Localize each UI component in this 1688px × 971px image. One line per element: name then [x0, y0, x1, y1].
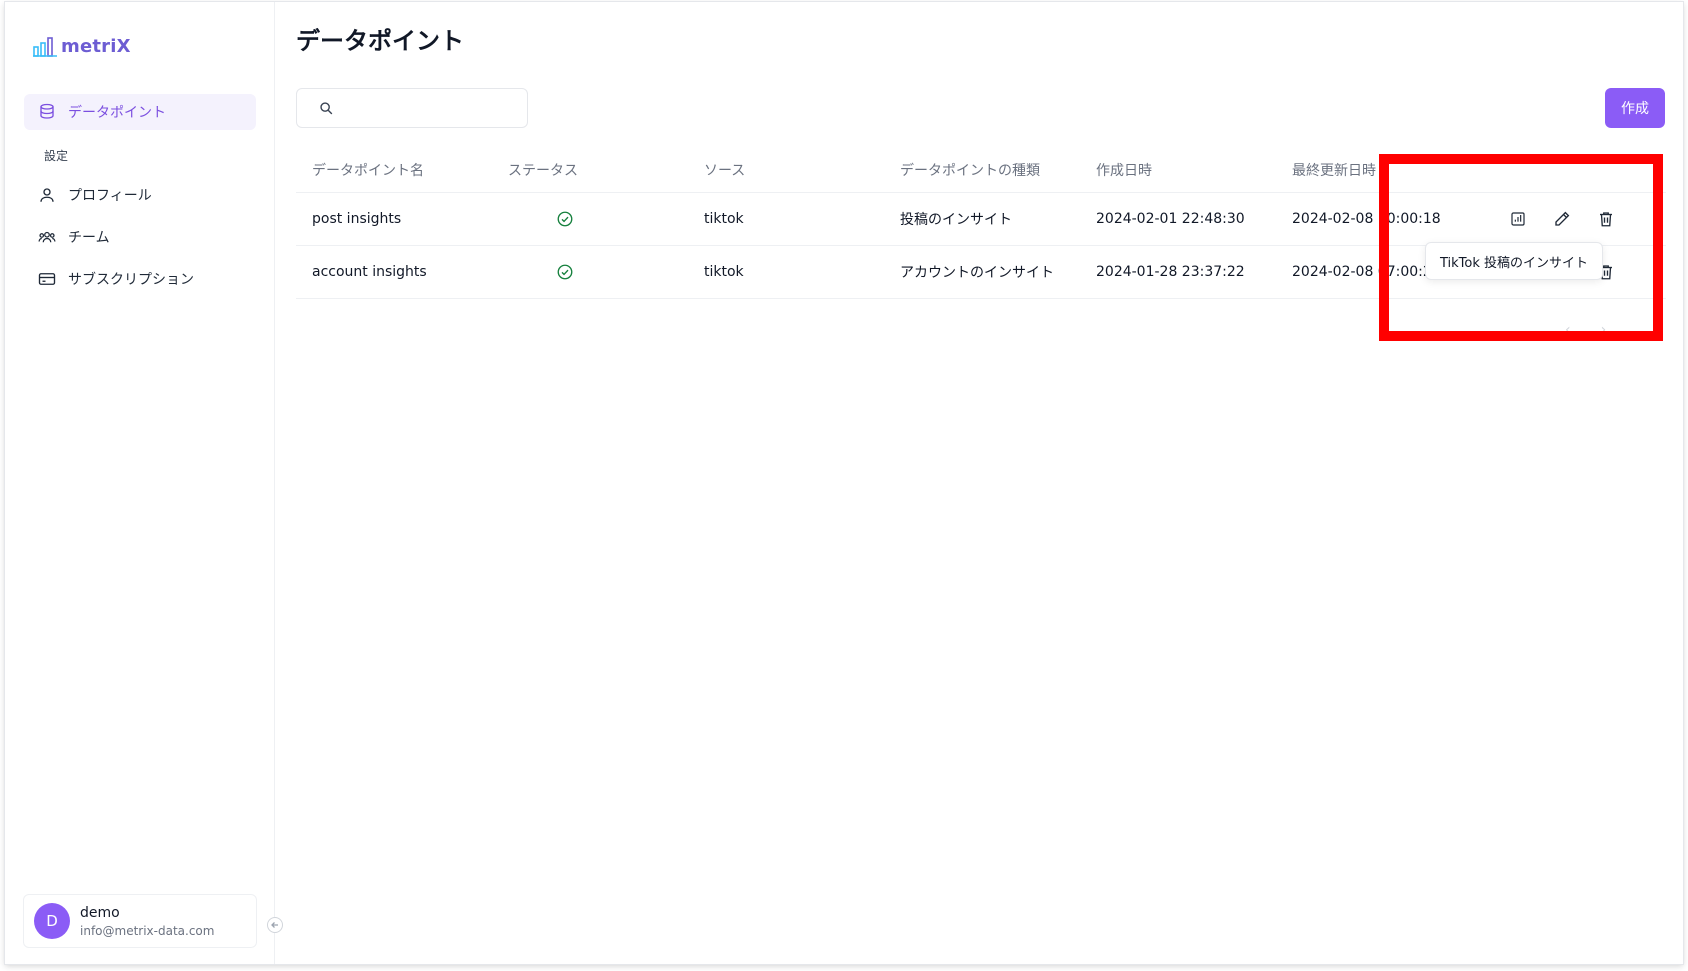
status-cell [508, 246, 622, 298]
column-header-status[interactable]: ステータス [508, 148, 622, 192]
avatar: D [34, 903, 70, 939]
column-header-type[interactable]: データポイントの種類 [900, 148, 1040, 192]
arrow-left-icon [271, 922, 278, 928]
user-card[interactable]: D demo info@metrix-data.com [23, 894, 257, 948]
datapoint-name[interactable]: post insights [312, 193, 401, 245]
database-icon [40, 103, 54, 119]
edit-button[interactable] [1550, 207, 1574, 231]
check-circle-icon [557, 264, 573, 280]
sidebar-item-label: サブスクリプション [68, 272, 194, 288]
logo-text: metriX [61, 36, 131, 57]
prev-page-icon[interactable]: ‹ [1565, 322, 1571, 338]
user-icon [40, 188, 54, 202]
search-input[interactable] [343, 100, 523, 116]
column-header-created[interactable]: 作成日時 [1096, 148, 1152, 192]
datapoint-name[interactable]: account insights [312, 246, 427, 298]
user-name: demo [80, 904, 120, 921]
table-row[interactable]: post insights tiktok 投稿のインサイト 2024-02-01… [296, 193, 1666, 246]
status-cell [508, 193, 622, 245]
sidebar-item-label: データポイント [68, 105, 166, 121]
updated-cell: 2024-02-08 07:00:22 [1292, 264, 1441, 280]
row-actions [1506, 193, 1618, 245]
create-button[interactable]: 作成 [1605, 88, 1665, 128]
sidebar-item-team[interactable]: チーム [24, 219, 256, 255]
search-box[interactable] [296, 88, 528, 128]
table-header-row: データポイント名 ステータス ソース データポイントの種類 作成日時 最終更新日… [296, 148, 1666, 193]
logo[interactable]: metriX [33, 36, 131, 57]
app-window: metriX データポイント 設定 プロフィール チーム サブスクリプション D… [5, 2, 1683, 964]
column-header-name[interactable]: データポイント名 [312, 148, 424, 192]
sidebar-item-datapoints[interactable]: データポイント [24, 94, 256, 130]
sidebar: metriX データポイント 設定 プロフィール チーム サブスクリプション D… [5, 2, 275, 964]
sidebar-item-label: チーム [68, 230, 110, 246]
pagination: ‹ › [1565, 322, 1606, 338]
created-cell: 2024-02-01 22:48:30 [1096, 211, 1245, 227]
credit-card-icon [38, 273, 56, 285]
team-icon [38, 231, 56, 243]
source-cell: tiktok [704, 264, 744, 280]
updated-cell: 2024-02-08 10:00:18 [1292, 211, 1441, 227]
delete-button[interactable] [1594, 207, 1618, 231]
sidebar-item-label: プロフィール [68, 188, 152, 204]
pencil-icon [1555, 211, 1570, 226]
user-email: info@metrix-data.com [80, 923, 215, 938]
created-cell: 2024-01-28 23:37:22 [1096, 264, 1245, 280]
chart-icon [1511, 212, 1525, 226]
trash-icon [1600, 212, 1612, 227]
view-insights-button[interactable] [1506, 207, 1530, 231]
settings-section-label: 設定 [44, 149, 69, 163]
page-title: データポイント [296, 27, 464, 55]
insights-tooltip: TikTok 投稿のインサイト [1425, 242, 1604, 280]
column-header-source[interactable]: ソース [704, 148, 745, 192]
sidebar-item-subscription[interactable]: サブスクリプション [24, 261, 256, 297]
type-cell: アカウントのインサイト [900, 265, 1054, 281]
bar-chart-logo-icon [33, 37, 57, 57]
source-cell: tiktok [704, 211, 744, 227]
column-header-updated[interactable]: 最終更新日時 [1292, 148, 1376, 192]
search-icon [320, 102, 333, 115]
sidebar-item-profile[interactable]: プロフィール [24, 177, 256, 213]
next-page-icon[interactable]: › [1601, 322, 1607, 338]
check-circle-icon [557, 211, 573, 227]
collapse-sidebar-button[interactable] [267, 917, 283, 933]
type-cell: 投稿のインサイト [900, 212, 1012, 228]
